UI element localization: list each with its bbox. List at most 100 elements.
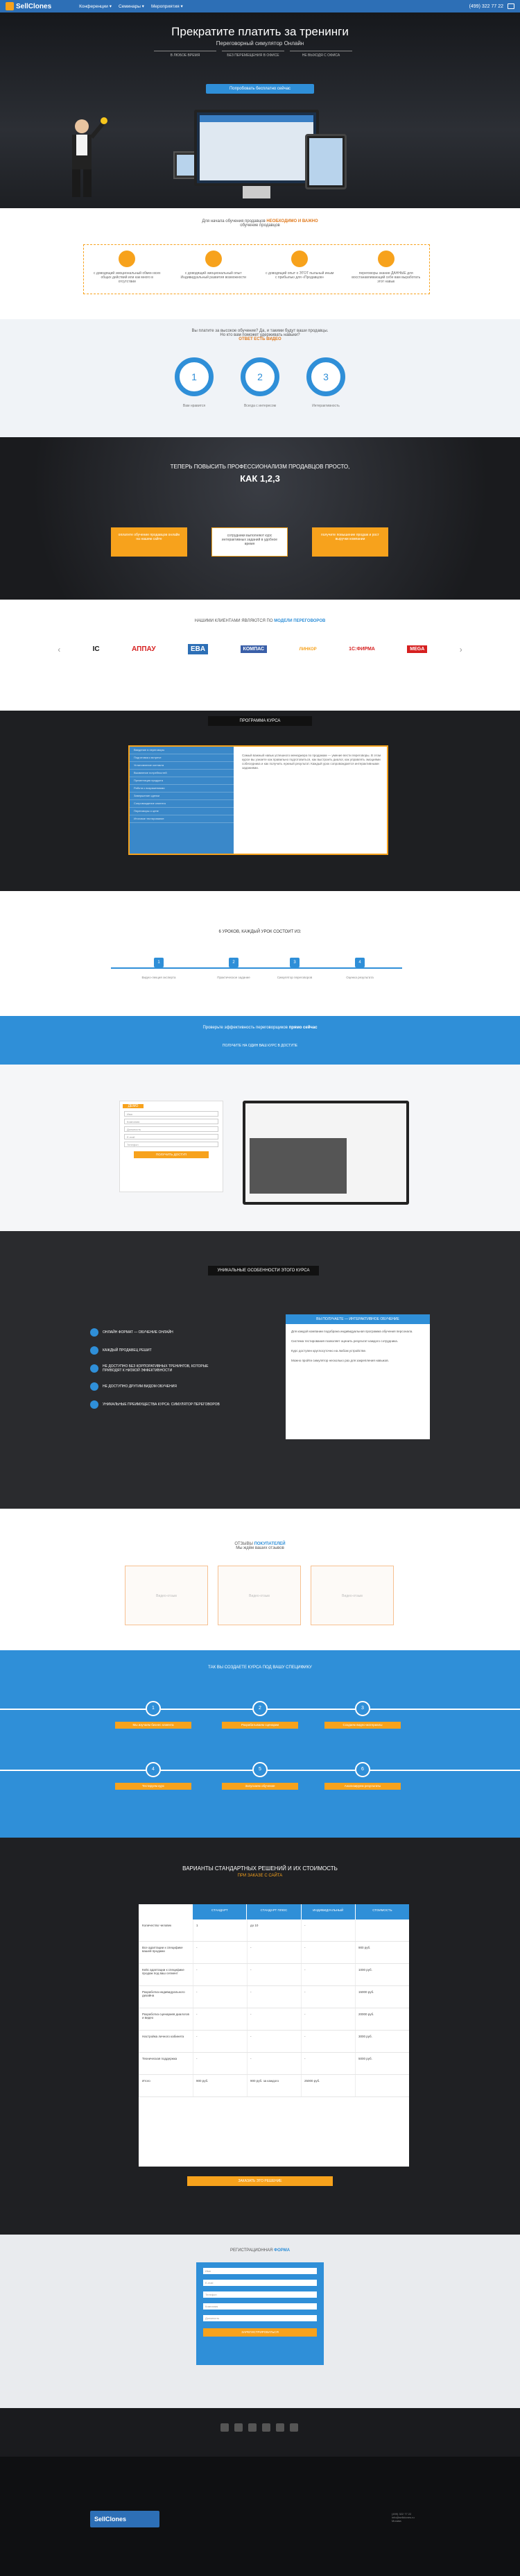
nav-item-events[interactable]: Мероприятия ▾ (151, 3, 183, 9)
benefit-item: с доводящий опыт о ЭТОТ пыльный иным с п… (265, 251, 334, 294)
benefit-item: с доводящий эмоциональный опыт Индивидуа… (179, 251, 248, 294)
steps-title: Вы платите за высокое обучение? Да, и та… (191, 329, 329, 341)
features-panel-text: Для каждой компании подобрана индивидуал… (291, 1330, 413, 1333)
program-section: ПРОГРАММА КУРСА Введение в переговоры По… (0, 711, 520, 891)
demo-section: ДЕМО Имя Компания Должность E-mail Телеф… (0, 1065, 520, 1231)
check-icon (90, 1400, 98, 1409)
review-video[interactable]: Видео-отзыв (311, 1566, 394, 1625)
review-video[interactable]: Видео-отзыв (218, 1566, 301, 1625)
process-tag: Тестируем курс (115, 1783, 191, 1790)
pricing-row: Количество человек 1 до 10- (139, 1920, 409, 1942)
plan-header: ИНДИВИДУАЛЬНЫЙ (300, 1904, 355, 1920)
process-node: 2 (252, 1701, 268, 1716)
twitter-icon[interactable] (262, 2423, 270, 2432)
review-video[interactable]: Видео-отзыв (125, 1566, 208, 1625)
mail-icon[interactable] (220, 2423, 229, 2432)
prof-card-2: сотрудники выполняют курс интерактивных … (211, 527, 288, 557)
monitor-stand (243, 186, 270, 198)
vk-icon[interactable] (248, 2423, 257, 2432)
pricing-row: Разработка сценариев диалогов и видео - - -… (139, 2008, 409, 2031)
step-caption: Интерактивность (312, 404, 340, 408)
features-heading: УНИКАЛЬНЫЕ ОСОБЕННОСТИ ЭТОГО КУРСА (208, 1266, 319, 1276)
program-item[interactable]: Введение в переговоры (130, 747, 234, 754)
company-field[interactable]: Компания (203, 2303, 317, 2310)
features-panel: ВЫ ПОЛУЧАЕТЕ — ИНТЕРАКТИВНОЕ ОБУЧЕНИЕ Дл… (286, 1314, 430, 1439)
pricing-table: СТАНДАРТ СТАНДАРТ ПЛЮС ИНДИВИДУАЛЬНЫЙ СТ… (139, 1904, 410, 2167)
nav-item-seminars[interactable]: Семинары ▾ (119, 3, 144, 9)
process-section: ТАК ВЫ СОЗДАЕТЕ КУРСА ПОД ВАШУ СПЕЦИФИКУ… (0, 1650, 520, 1838)
demo-form: ДЕМО Имя Компания Должность E-mail Телеф… (119, 1101, 223, 1192)
odnoklassniki-icon[interactable] (276, 2423, 284, 2432)
program-item[interactable]: Выявление потребностей (130, 770, 234, 777)
register-form: Имя E-mail Телефон Компания Должность ЗА… (196, 2262, 324, 2365)
plan-header: СТАНДАРТ (192, 1904, 247, 1920)
email-field[interactable]: E-mail (203, 2280, 317, 2286)
pricing-row: Разработка индивидуального дизайна - - -150… (139, 1986, 409, 2008)
company-field[interactable]: Компания (124, 1119, 218, 1124)
name-field[interactable]: Имя (203, 2268, 317, 2274)
try-free-button[interactable]: Попробовать бесплатно сейчас (206, 84, 314, 94)
register-button[interactable]: ЗАРЕГИСТРИРОВАТЬСЯ (203, 2328, 317, 2337)
footer-address: Москва (392, 2519, 401, 2523)
feature-item: НЕ ДОСТУПНО БЕЗ КОРПОРАТИВНЫХ ТРЕНИНГОВ,… (90, 1364, 222, 1373)
people-icon (119, 251, 136, 267)
program-item[interactable]: Установление контакта (130, 762, 234, 770)
pricing-row: Техническая поддержка - - -5000 руб. (139, 2053, 409, 2075)
position-field[interactable]: Должность (124, 1126, 218, 1132)
cta-banner: Проверьте эффективность переговорщиков п… (0, 1016, 520, 1065)
program-item[interactable]: Завершение сделки (130, 793, 234, 800)
top-nav: SellClones Конференции ▾ Семинары ▾ Меро… (0, 0, 520, 12)
timeline-marker: 3 (290, 958, 300, 967)
cart-icon[interactable] (508, 3, 514, 9)
phone-field[interactable]: Телефон (203, 2291, 317, 2298)
timeline-line (111, 967, 402, 969)
brand-logo[interactable]: SellClones (6, 2, 51, 10)
check-icon (90, 1382, 98, 1391)
program-item[interactable]: Работа с возражениями (130, 785, 234, 793)
demo-video[interactable] (250, 1138, 347, 1194)
phone-field[interactable]: Телефон (124, 1142, 218, 1147)
hero-features: В ЛЮБОЕ ВРЕМЯ БЕЗ ПЕРЕМЕЩЕНИЯ В ОФИСЕ НЕ… (154, 51, 352, 58)
process-node: 3 (355, 1701, 370, 1716)
nav-menu: Конференции ▾ Семинары ▾ Мероприятия ▾ (79, 3, 183, 9)
footer-logo[interactable]: SellClones (90, 2511, 159, 2527)
prof-big-title: КАК 1,2,3 (240, 473, 280, 484)
nav-item-conferences[interactable]: Конференции ▾ (79, 3, 112, 9)
carousel-right-icon[interactable]: › (460, 645, 462, 654)
program-item[interactable]: Итоговое тестирование (130, 815, 234, 823)
position-field[interactable]: Должность (203, 2315, 317, 2321)
name-field[interactable]: Имя (124, 1111, 218, 1117)
program-item[interactable]: Подготовка к встрече (130, 754, 234, 762)
clients-title: НАШИМИ КЛИЕНТАМИ ЯВЛЯЮТСЯ ПО МОДЕЛИ ПЕРЕ… (194, 619, 326, 623)
instagram-icon[interactable] (290, 2423, 298, 2432)
process-tag: Анализируем результаты (324, 1783, 401, 1790)
program-item[interactable]: Переговоры о цене (130, 808, 234, 815)
nav-contact: (499) 322 77 22 (469, 3, 514, 9)
check-icon (90, 1328, 98, 1337)
step-circle-1: 1 (175, 357, 214, 396)
footer: SellClones (499) 322 77 22 info@sellclon… (0, 2457, 520, 2576)
register-title: РЕГИСТРАЦИОННАЯ ФОРМА (229, 2248, 291, 2253)
phone-number[interactable]: (499) 322 77 22 (469, 4, 503, 9)
feature-item: КАЖДЫЙ ПРОДАВЕЦ РЕШИТ (90, 1346, 222, 1355)
program-panel: Введение в переговоры Подготовка к встре… (128, 745, 388, 855)
step-caption: Всегда с интересом (243, 404, 277, 408)
order-solution-button[interactable]: ЗАКАЗАТЬ ЭТО РЕШЕНИЕ (187, 2176, 333, 2186)
clients-section: НАШИМИ КЛИЕНТАМИ ЯВЛЯЮТСЯ ПО МОДЕЛИ ПЕРЕ… (0, 600, 520, 711)
get-access-button[interactable]: ПОЛУЧИТЬ ДОСТУП (134, 1151, 209, 1158)
process-tag: Разрабатываем сценарии (222, 1722, 298, 1729)
monitor-image (194, 110, 319, 186)
facebook-icon[interactable] (234, 2423, 243, 2432)
program-item[interactable]: Сопровождение клиента (130, 800, 234, 808)
cta-subtitle: ПОЛУЧИТЕ НА ОДИН ВАШ КУРС В ДОСТУПЕ (222, 1044, 298, 1048)
team-icon (205, 251, 222, 267)
client-logo: EBA (188, 644, 209, 654)
email-field[interactable]: E-mail (124, 1134, 218, 1139)
social-bar (0, 2408, 520, 2457)
benefits-title: Для начала обучения продавцов НЕОБХОДИМО… (202, 219, 318, 228)
program-item[interactable]: Презентация продукта (130, 777, 234, 785)
carousel-left-icon[interactable]: ‹ (58, 645, 60, 654)
timeline-marker: 4 (355, 958, 365, 967)
client-logo: КОМПАС (240, 645, 268, 653)
client-logo: 1С:ФИРМА (349, 647, 375, 652)
